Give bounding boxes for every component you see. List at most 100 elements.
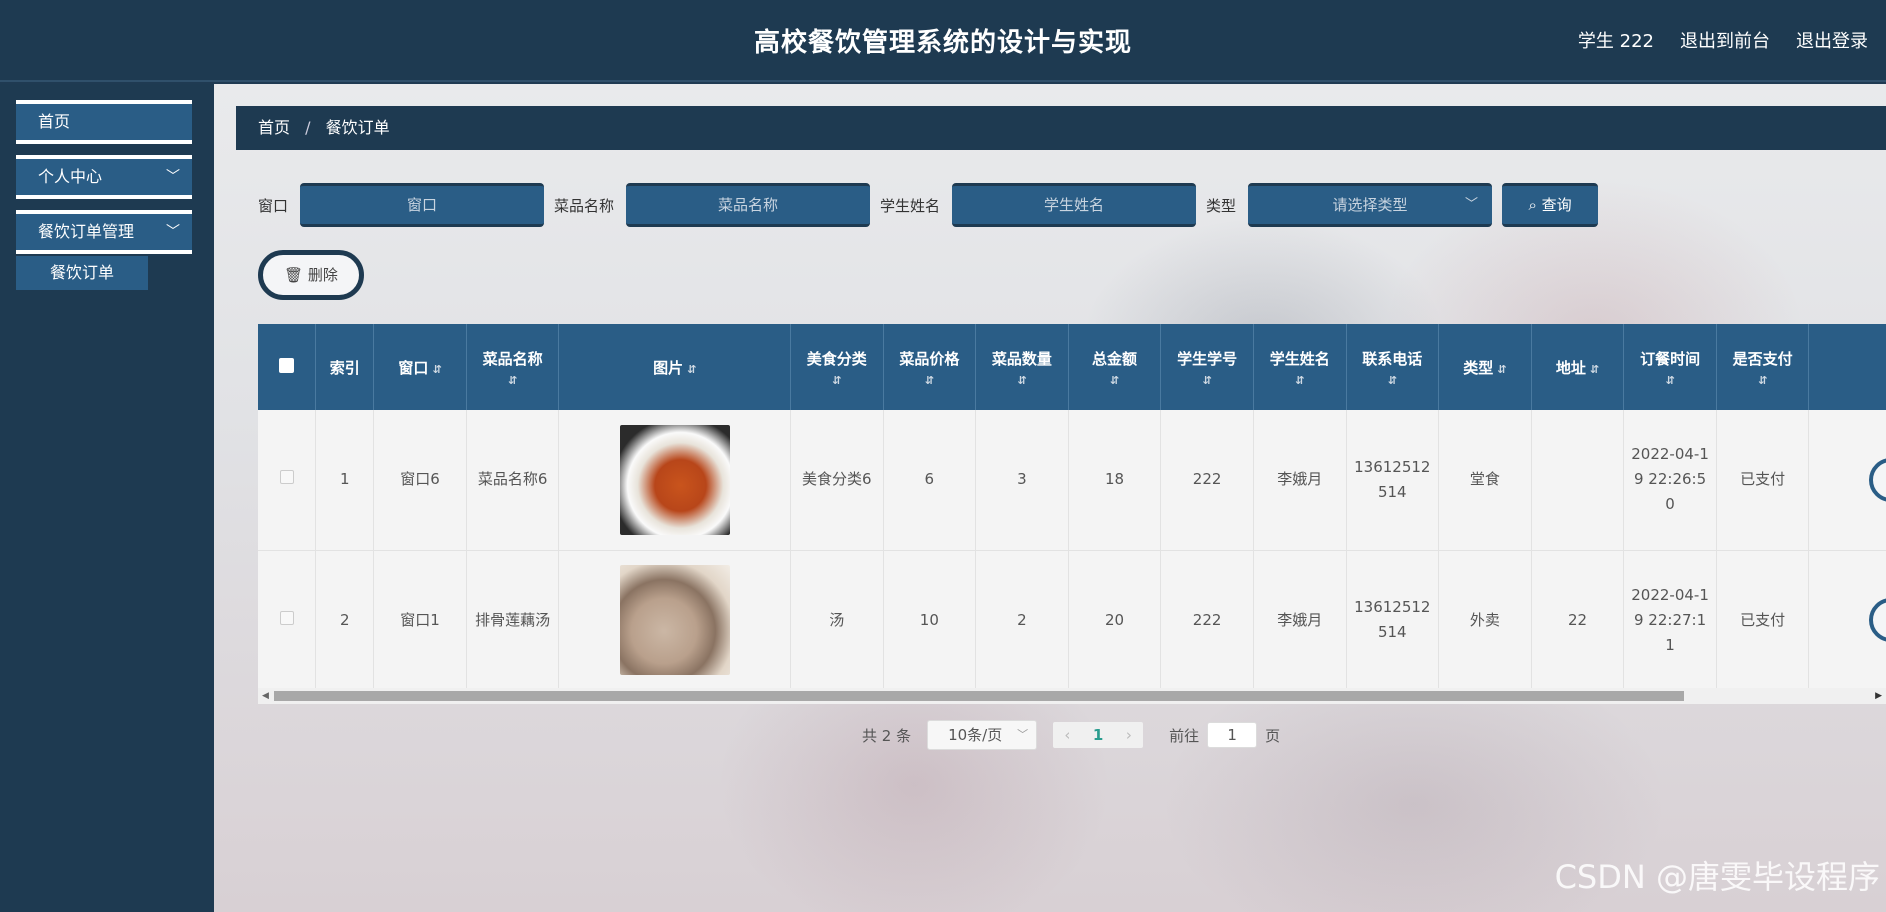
breadcrumb-home[interactable]: 首页	[258, 118, 290, 137]
orders-table: 索引 窗口 ⇵ 菜品名称 ⇵ 图片 ⇵ 美食分类 ⇵ 菜品价格 ⇵ 菜品数量 ⇵ 总金额 ⇵ …	[258, 324, 1886, 700]
sort-icon[interactable]: ⇵	[1254, 374, 1346, 387]
page-size-value: 10条/页	[948, 726, 1003, 744]
type-select-placeholder: 请选择类型	[1332, 196, 1408, 214]
type-select[interactable]: 请选择类型 ﹀	[1248, 183, 1493, 227]
sidebar-item-label: 餐饮订单管理	[38, 222, 135, 241]
sidebar-item-personal-center[interactable]: 个人中心 ﹀	[16, 155, 192, 199]
horizontal-scrollbar[interactable]: ◀ ▶	[258, 688, 1886, 704]
col-header-window[interactable]: 窗口 ⇵	[373, 324, 467, 410]
user-name[interactable]: 学生 222	[1578, 27, 1654, 53]
sort-icon[interactable]: ⇵	[976, 374, 1068, 387]
row-checkbox[interactable]	[279, 470, 294, 485]
table-row: 1 窗口6 菜品名称6 美食分类6 6 3 18 222 李娥月 1361251…	[258, 410, 1886, 551]
sidebar-item-order-management[interactable]: 餐饮订单管理 ﹀	[16, 210, 192, 254]
cell-category: 美食分类6	[790, 410, 884, 551]
dish-image[interactable]	[619, 424, 730, 535]
sort-icon[interactable]: ⇵	[1497, 363, 1506, 376]
cell-qty: 2	[975, 550, 1069, 691]
back-to-front-link[interactable]: 退出到前台	[1680, 27, 1770, 53]
breadcrumb-current: 餐饮订单	[325, 118, 390, 137]
col-header-qty[interactable]: 菜品数量 ⇵	[975, 324, 1069, 410]
page-number-current[interactable]: 1	[1093, 726, 1103, 744]
sort-icon[interactable]: ⇵	[1161, 374, 1253, 387]
detail-button[interactable]: ▤ 详情	[1869, 457, 1886, 502]
cell-qty: 3	[975, 410, 1069, 551]
cell-student-no: 222	[1160, 550, 1254, 691]
cell-type: 外卖	[1438, 550, 1532, 691]
col-header-label: 菜品数量	[991, 349, 1052, 368]
sort-icon[interactable]: ⇵	[1717, 374, 1809, 387]
sort-icon[interactable]: ⇵	[1347, 374, 1439, 387]
pagination-total: 共 2 条	[862, 726, 912, 745]
sidebar-subitem-orders[interactable]: 餐饮订单	[16, 256, 148, 290]
top-bar: 高校餐饮管理系统的设计与实现 学生 222 退出到前台 退出登录	[0, 0, 1886, 82]
sort-icon[interactable]: ⇵	[1590, 363, 1599, 376]
col-header-actions	[1808, 324, 1886, 410]
cell-student-no: 222	[1160, 410, 1254, 551]
breadcrumb: 首页 / 餐饮订单	[236, 106, 1886, 150]
col-header-price[interactable]: 菜品价格 ⇵	[883, 324, 977, 410]
col-header-student-name[interactable]: 学生姓名 ⇵	[1253, 324, 1347, 410]
col-header-dish[interactable]: 菜品名称 ⇵	[466, 324, 560, 410]
cell-dish: 菜品名称6	[466, 410, 560, 551]
sidebar-item-home[interactable]: 首页	[16, 100, 192, 144]
dish-image[interactable]	[619, 565, 730, 675]
sort-icon[interactable]: ⇵	[467, 374, 559, 387]
col-header-student-no[interactable]: 学生学号 ⇵	[1160, 324, 1254, 410]
cell-price: 6	[883, 410, 977, 551]
query-button[interactable]: ⌕ 查询	[1502, 183, 1599, 227]
sort-icon[interactable]: ⇵	[791, 374, 883, 387]
sort-icon[interactable]: ⇵	[1624, 374, 1716, 387]
col-header-category[interactable]: 美食分类 ⇵	[790, 324, 884, 410]
table-row: 2 窗口1 排骨莲藕汤 汤 10 2 20 222 李娥月 1361251251…	[258, 550, 1886, 691]
cell-total: 18	[1068, 410, 1162, 551]
main-content: 首页 / 餐饮订单 窗口 窗口 菜品名称 菜品名称 学生姓名 学生姓名 类型 请…	[214, 84, 1886, 912]
prev-page-icon[interactable]: ‹	[1064, 726, 1070, 744]
cell-time: 2022-04-19 22:26:50	[1623, 410, 1717, 551]
cell-student-name: 李娥月	[1253, 550, 1347, 691]
page-size-select[interactable]: 10条/页 ﹀	[927, 720, 1038, 750]
sort-icon[interactable]: ⇵	[432, 363, 441, 376]
delete-button[interactable]: 🗑 删除	[258, 250, 364, 300]
select-all-checkbox[interactable]	[279, 357, 295, 373]
col-header-type[interactable]: 类型 ⇵	[1438, 324, 1532, 410]
row-select-cell	[258, 410, 317, 551]
cell-actions: ▤ 详情	[1808, 410, 1886, 551]
logout-link[interactable]: 退出登录	[1796, 27, 1868, 53]
breadcrumb-separator: /	[305, 118, 311, 137]
student-input[interactable]: 学生姓名	[952, 183, 1197, 227]
dish-label: 菜品名称	[554, 196, 615, 215]
sort-icon[interactable]: ⇵	[687, 363, 696, 376]
row-checkbox[interactable]	[279, 610, 294, 625]
page-nav: ‹ 1 ›	[1053, 722, 1144, 748]
delete-button-label: 删除	[307, 266, 338, 284]
window-input[interactable]: 窗口	[300, 183, 545, 227]
next-page-icon[interactable]: ›	[1126, 726, 1132, 744]
goto-page-input[interactable]: 1	[1207, 722, 1258, 748]
type-label: 类型	[1206, 196, 1237, 215]
query-button-label: 查询	[1541, 196, 1572, 214]
col-header-total[interactable]: 总金额 ⇵	[1068, 324, 1162, 410]
trash-icon: 🗑	[284, 266, 304, 284]
sort-icon[interactable]: ⇵	[884, 374, 976, 387]
sort-icon[interactable]: ⇵	[1069, 374, 1161, 387]
cell-actions: ▤ 详情	[1808, 550, 1886, 691]
dish-input[interactable]: 菜品名称	[626, 183, 871, 227]
scroll-right-icon[interactable]: ▶	[1875, 688, 1882, 704]
table-header-row: 索引 窗口 ⇵ 菜品名称 ⇵ 图片 ⇵ 美食分类 ⇵ 菜品价格 ⇵ 菜品数量 ⇵ 总金额 ⇵ …	[258, 324, 1886, 410]
col-header-label: 菜品价格	[899, 349, 960, 368]
col-header-paid[interactable]: 是否支付 ⇵	[1716, 324, 1810, 410]
cell-type: 堂食	[1438, 410, 1532, 551]
col-header-address[interactable]: 地址 ⇵	[1531, 324, 1625, 410]
col-header-phone[interactable]: 联系电话 ⇵	[1346, 324, 1440, 410]
scrollbar-thumb[interactable]	[274, 691, 1684, 701]
cell-category: 汤	[790, 550, 884, 691]
sidebar: 首页 个人中心 ﹀ 餐饮订单管理 ﹀ 餐饮订单	[0, 84, 214, 912]
col-header-label: 总金额	[1092, 349, 1138, 368]
col-header-label: 地址	[1555, 358, 1586, 377]
detail-button[interactable]: ▤ 详情	[1869, 598, 1886, 642]
col-header-image[interactable]: 图片 ⇵	[558, 324, 791, 410]
col-header-time[interactable]: 订餐时间 ⇵	[1623, 324, 1717, 410]
sidebar-item-label: 首页	[38, 112, 71, 131]
scroll-left-icon[interactable]: ◀	[262, 688, 269, 704]
